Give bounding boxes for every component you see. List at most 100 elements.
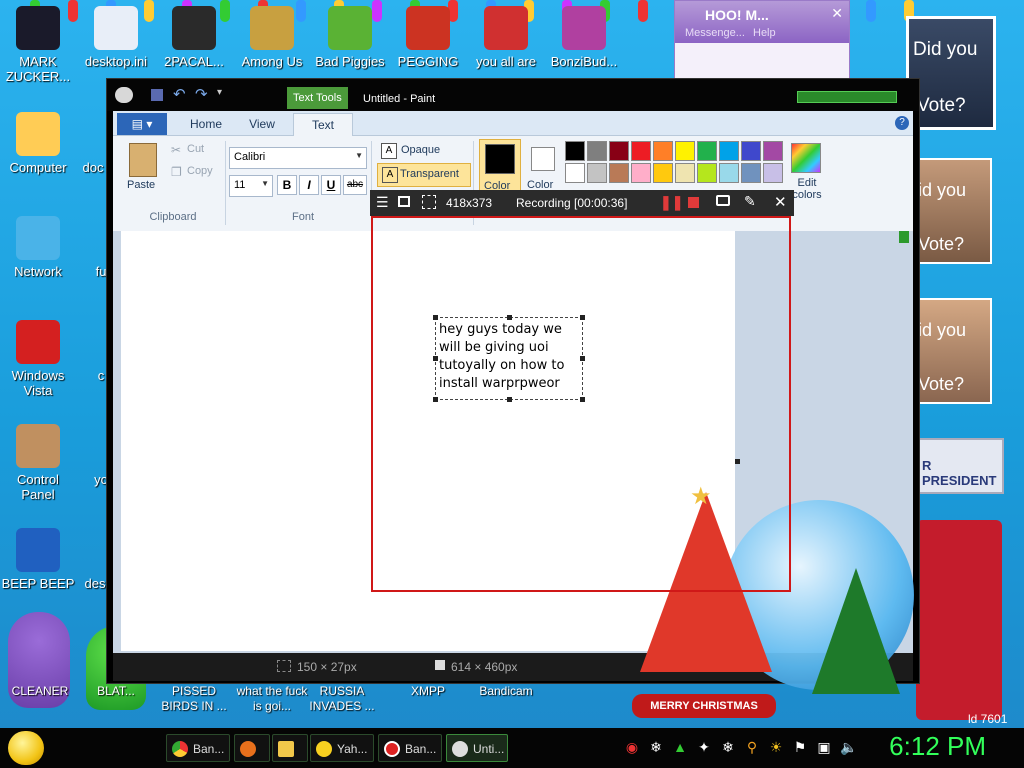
tab-text[interactable]: Text	[293, 113, 353, 136]
taskbar-firefox[interactable]	[234, 734, 270, 762]
vote-ad-3[interactable]: id you Vote?	[916, 298, 992, 404]
palette-color-swatch[interactable]	[653, 163, 673, 183]
start-button[interactable]	[8, 731, 44, 765]
font-size-select[interactable]: 11 ▼	[229, 175, 273, 197]
desktop-icon[interactable]: BonziBud...	[546, 6, 622, 69]
pencil-icon[interactable]: ✎	[744, 193, 756, 210]
desktop-icon[interactable]: PEGGING	[390, 6, 466, 69]
tab-view[interactable]: View	[237, 113, 287, 135]
desktop-icon-label[interactable]: PISSED BIRDS IN ...	[154, 684, 234, 714]
palette-color-swatch[interactable]	[565, 141, 585, 161]
desktop-icon[interactable]: Among Us	[234, 6, 310, 69]
desktop-icon-label[interactable]: CLEANER	[0, 684, 80, 699]
opaque-option[interactable]: A Opaque	[379, 141, 463, 161]
paint-app-icon[interactable]	[115, 87, 133, 103]
stop-icon[interactable]	[688, 197, 699, 208]
palette-color-swatch[interactable]	[653, 141, 673, 161]
volume-icon[interactable]: 🔈	[840, 739, 857, 755]
region-select-icon[interactable]	[422, 195, 436, 209]
font-family-select[interactable]: Calibri ▼	[229, 147, 367, 169]
sparkle-icon[interactable]: ✦	[696, 739, 712, 755]
tab-home[interactable]: Home	[175, 113, 237, 135]
president-banner[interactable]: R PRESIDENT	[916, 438, 1004, 494]
strikethrough-button[interactable]: abc	[343, 175, 367, 195]
desktop-icon[interactable]: desktop.ini	[78, 6, 154, 69]
palette-color-swatch[interactable]	[587, 163, 607, 183]
camera-icon[interactable]	[716, 195, 730, 206]
copy-button[interactable]: Copy	[187, 165, 213, 177]
desktop-icon[interactable]: Bad Piggies	[312, 6, 388, 69]
palette-color-swatch[interactable]	[741, 163, 761, 183]
taskbar-yahoo[interactable]: Yah...	[310, 734, 374, 762]
palette-color-swatch[interactable]	[741, 141, 761, 161]
recording-region-frame[interactable]	[371, 216, 791, 592]
vote-ad-2[interactable]: id you Vote?	[916, 158, 992, 264]
quick-access-dropdown-icon[interactable]: ▾	[217, 87, 222, 98]
clock[interactable]: 6:12 PM	[889, 731, 986, 762]
close-icon[interactable]: ✕	[831, 5, 843, 22]
app-menu-button[interactable]: ▤ ▾	[117, 113, 167, 135]
underline-button[interactable]: U	[321, 175, 341, 195]
fullscreen-icon[interactable]	[398, 196, 410, 207]
palette-color-swatch[interactable]	[565, 163, 585, 183]
cut-button[interactable]: Cut	[187, 143, 204, 155]
close-icon[interactable]: ✕	[774, 193, 787, 211]
yahoo-tab-help[interactable]: Help	[753, 27, 776, 39]
palette-color-swatch[interactable]	[609, 141, 629, 161]
pause-icon[interactable]: ❚❚	[660, 194, 683, 211]
undo-icon[interactable]: ↶	[173, 85, 186, 103]
paste-icon[interactable]	[129, 143, 157, 177]
color2-selector[interactable]: Color	[523, 139, 563, 197]
redo-icon[interactable]: ↷	[195, 85, 208, 103]
window-titlebar[interactable]: ↶ ↷ ▾ Text Tools Untitled - Paint	[107, 79, 919, 111]
record-tray-icon[interactable]: ◉	[624, 739, 640, 755]
desktop-icon-label[interactable]: what the fuck is goi...	[232, 684, 312, 714]
sun-icon[interactable]: ☀	[768, 739, 784, 755]
palette-color-swatch[interactable]	[763, 141, 783, 161]
save-icon[interactable]	[151, 89, 163, 101]
desktop-icon[interactable]: Computer	[0, 112, 76, 175]
palette-color-swatch[interactable]	[719, 163, 739, 183]
transparent-option[interactable]: A Transparent	[377, 163, 471, 187]
flag-icon[interactable]: ⚑	[792, 739, 808, 755]
palette-color-swatch[interactable]	[609, 163, 629, 183]
taskbar-bandicam[interactable]: Ban...	[378, 734, 442, 762]
taskbar-paint[interactable]: Unti...	[446, 734, 508, 762]
snowflake-icon[interactable]: ❄	[648, 739, 664, 755]
scrollbar-thumb[interactable]	[899, 231, 909, 243]
desktop-icon-label[interactable]: BLAT...	[76, 684, 156, 699]
palette-color-swatch[interactable]	[631, 163, 651, 183]
desktop-icon[interactable]: you all are	[468, 6, 544, 69]
help-icon[interactable]: ?	[895, 116, 909, 130]
desktop-icon[interactable]: Windows Vista	[0, 320, 76, 398]
palette-color-swatch[interactable]	[675, 163, 695, 183]
menu-icon[interactable]: ☰	[376, 194, 389, 211]
taskbar-chrome-bandicam[interactable]: Ban...	[166, 734, 230, 762]
palette-color-swatch[interactable]	[631, 141, 651, 161]
italic-button[interactable]: I	[299, 175, 319, 195]
bold-button[interactable]: B	[277, 175, 297, 195]
taskbar-explorer[interactable]	[272, 734, 308, 762]
desktop-icon[interactable]: BEEP BEEP	[0, 528, 76, 591]
yahoo-messenger-popup[interactable]: HOO! M... ✕ Messenge... Help	[674, 0, 850, 80]
window-controls[interactable]	[797, 91, 897, 103]
palette-color-swatch[interactable]	[763, 163, 783, 183]
partial-icon-label[interactable]: doc	[78, 160, 108, 175]
snowflake-icon[interactable]: ❄	[720, 739, 736, 755]
desktop-icon-label[interactable]: Bandicam	[466, 684, 546, 699]
search-icon[interactable]: ⚲	[744, 739, 760, 755]
palette-color-swatch[interactable]	[587, 141, 607, 161]
palette-color-swatch[interactable]	[697, 163, 717, 183]
palette-color-swatch[interactable]	[697, 141, 717, 161]
desktop-icon-label[interactable]: RUSSIA INVADES ...	[302, 684, 382, 714]
network-icon[interactable]: ▣	[816, 739, 832, 755]
desktop-icon[interactable]: MARK ZUCKER...	[0, 6, 76, 84]
paste-button[interactable]: Paste	[127, 179, 155, 191]
tree-tray-icon[interactable]: ▲	[672, 739, 688, 755]
desktop-icon[interactable]: Network	[0, 216, 76, 279]
yahoo-tab-messenger[interactable]: Messenge...	[685, 27, 745, 39]
desktop-icon[interactable]: 2PACAL...	[156, 6, 232, 69]
recording-toolbar[interactable]: ☰ 418x373 Recording [00:00:36] ❚❚ ✎ ✕	[370, 190, 794, 216]
desktop-icon-label[interactable]: XMPP	[388, 684, 468, 699]
desktop-icon[interactable]: Control Panel	[0, 424, 76, 502]
